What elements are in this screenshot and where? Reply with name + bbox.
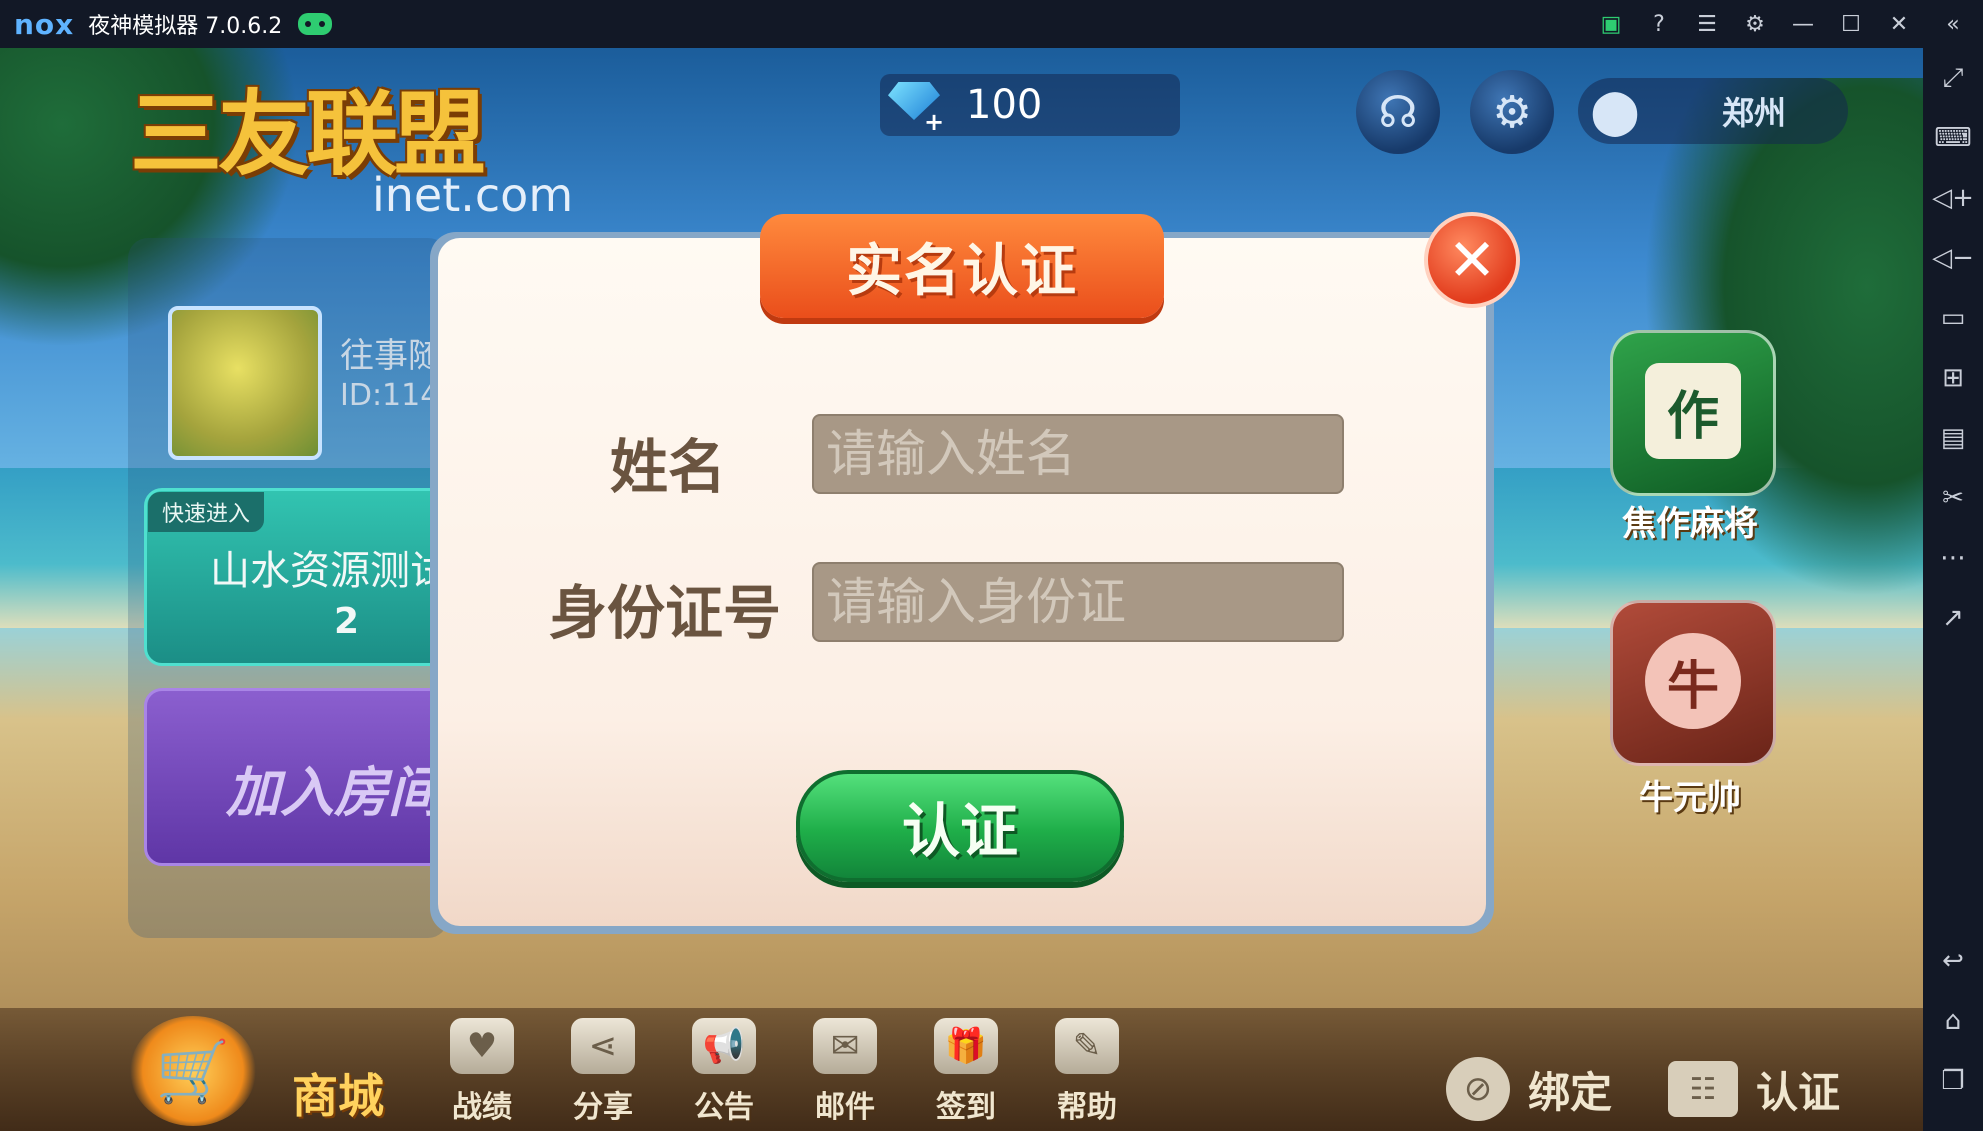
screenshot-icon[interactable]: ✂ [1923,468,1983,528]
settings-icon[interactable]: ⚙ [1731,0,1779,48]
volume-down-icon[interactable]: ◁− [1923,228,1983,288]
menu-icon[interactable]: ☰ [1683,0,1731,48]
modal-title: 实名认证 [846,238,1078,304]
nox-logo: nox [14,7,75,41]
verify-button[interactable]: ☷ 认证 [1668,1052,1840,1126]
nav-help[interactable]: ✎ 帮助 [1037,1018,1137,1128]
share-icon: ⋖ [571,1018,635,1074]
nav-record[interactable]: ♥ 战绩 [432,1018,532,1128]
player-id: ID:114 [340,378,440,413]
id-card-icon: ☷ [1668,1061,1738,1117]
game-label-niuyuanshuai: 牛元帅 [1639,778,1741,818]
id-number-label: 身份证号 [549,579,782,647]
shop-cart-icon[interactable]: 🛒 [130,1016,256,1126]
verify-submit-button[interactable]: 认证 [796,770,1124,882]
id-number-input[interactable] [812,562,1344,642]
name-input[interactable] [812,414,1344,494]
help-book-icon: ✎ [1055,1018,1119,1074]
minimize-icon[interactable]: — [1779,0,1827,48]
volume-up-icon[interactable]: ◁+ [1923,168,1983,228]
recent-apps-icon[interactable]: ❐ [1923,1051,1983,1111]
shop-label[interactable]: 商城 [292,1060,384,1126]
customer-service-icon[interactable]: ☊ [1356,70,1440,154]
nav-mail[interactable]: ✉ 邮件 [795,1018,895,1128]
avatar[interactable] [168,306,322,460]
nav-share[interactable]: ⋖ 分享 [553,1018,653,1128]
nav-checkin[interactable]: 🎁 签到 [916,1018,1016,1128]
site-text: inet.com [372,168,574,222]
maximize-icon[interactable]: ☐ [1827,0,1875,48]
modal-title-banner: 实名认证 [760,214,1164,318]
screen-icon[interactable]: ▭ [1923,288,1983,348]
trophy-icon: ♥ [450,1018,514,1074]
megaphone-icon: 📢 [692,1018,756,1074]
home-icon[interactable]: ⌂ [1923,991,1983,1051]
close-icon[interactable]: ✕ [1875,0,1923,48]
collapse-icon[interactable]: « [1923,0,1983,48]
diamond-value: 100 [966,82,1043,128]
keyboard-icon[interactable]: ⌨ [1923,108,1983,168]
cow-mascot-icon: 牛 [1645,633,1741,729]
location-box[interactable]: ⬤ 郑州 [1578,78,1848,144]
nav-help-label: 帮助 [1057,1090,1117,1125]
bind-label: 绑定 [1528,1067,1613,1117]
export-icon[interactable]: ↗ [1923,588,1983,648]
apk-install-icon[interactable]: ⊞ [1923,348,1983,408]
player-name: 往事随 [340,336,442,376]
multi-instance-icon[interactable]: ▤ [1923,408,1983,468]
fullscreen-icon[interactable]: ⤢ [1923,48,1983,108]
nav-record-label: 战绩 [452,1090,512,1125]
nav-announcement-label: 公告 [694,1090,754,1125]
gift-icon: 🎁 [934,1018,998,1074]
game-label-jiaozuo-mahjong: 焦作麻将 [1622,504,1758,544]
quick-entry-number: 2 [334,601,360,642]
verify-submit-label: 认证 [901,797,1018,865]
back-icon[interactable]: ↩ [1923,931,1983,991]
settings-gear-icon[interactable]: ⚙ [1470,70,1554,154]
verify-label: 认证 [1756,1067,1841,1117]
location-pin-icon: ⬤ [1590,85,1640,137]
gamepad-icon[interactable] [298,13,333,35]
quick-entry-room: 山水资源测试 [210,548,450,594]
emulator-title: 夜神模拟器 7.0.6.2 [88,14,283,39]
more-icon[interactable]: ⋯ [1923,528,1983,588]
modal-close-button[interactable]: ✕ [1424,212,1520,308]
bind-button[interactable]: ⊘ 绑定 [1446,1052,1612,1126]
nav-checkin-label: 签到 [936,1090,996,1125]
diamond-icon: + [880,78,950,136]
name-label: 姓名 [610,433,727,501]
diamond-counter[interactable]: + 100 [880,74,1180,136]
game-tile-jiaozuo-mahjong[interactable]: 作 [1610,330,1776,496]
emulator-title-bar: nox 夜神模拟器 7.0.6.2 ▣ ? ☰ ⚙ — ☐ ✕ « [0,0,1983,48]
store-icon[interactable]: ▣ [1587,0,1635,48]
link-icon: ⊘ [1446,1057,1510,1121]
nav-share-label: 分享 [573,1090,633,1125]
help-icon[interactable]: ? [1635,0,1683,48]
quick-entry-tag: 快速进入 [148,492,265,532]
nav-announcement[interactable]: 📢 公告 [674,1018,774,1128]
emulator-sidebar: ⤢ ⌨ ◁+ ◁− ▭ ⊞ ▤ ✂ ⋯ ↗ ↩ ⌂ ❐ [1923,48,1983,1131]
window-controls: ▣ ? ☰ ⚙ — ☐ ✕ « [1587,0,1983,48]
mahjong-tile-icon: 作 [1645,363,1741,459]
join-room-label: 加入房间 [226,761,442,824]
mail-icon: ✉ [813,1018,877,1074]
game-tile-niuyuanshuai[interactable]: 牛 [1610,600,1776,766]
nav-mail-label: 邮件 [815,1090,875,1125]
location-text: 郑州 [1722,94,1787,132]
